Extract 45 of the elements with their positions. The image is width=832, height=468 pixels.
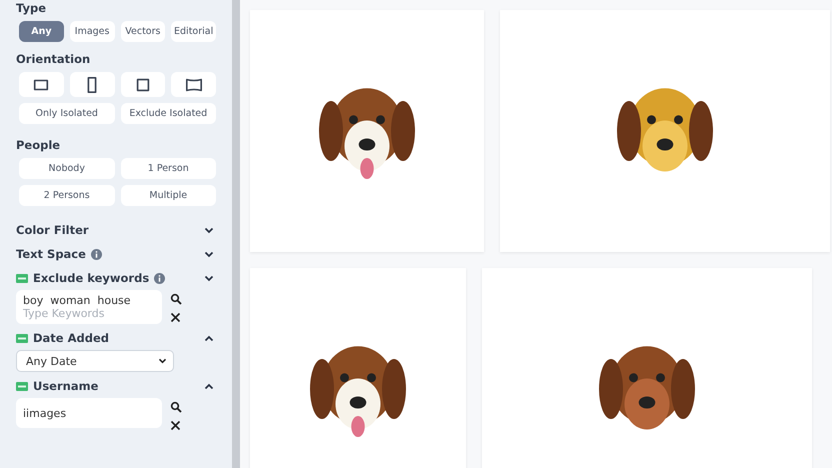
people-option[interactable]: Multiple xyxy=(120,185,216,206)
filter-title: Text Space xyxy=(16,247,86,261)
square-orientation-button[interactable] xyxy=(120,72,166,97)
people-option[interactable]: 2 Persons xyxy=(19,185,114,206)
close-icon[interactable] xyxy=(170,420,181,431)
isolation-option[interactable]: Only Isolated xyxy=(19,103,114,124)
section-heading: People xyxy=(16,137,62,154)
field-value: iimages xyxy=(23,406,68,420)
chevron-down-icon xyxy=(158,358,167,364)
search-icon[interactable] xyxy=(170,293,182,305)
username-field[interactable]: iimages xyxy=(16,398,162,428)
keyword-input[interactable]: Type Keywords xyxy=(23,307,153,320)
info-icon[interactable] xyxy=(154,272,166,284)
dog-illustration[interactable] xyxy=(250,10,484,252)
scrollbar[interactable] xyxy=(232,0,240,468)
type-option[interactable]: Any xyxy=(19,21,64,42)
info-icon[interactable] xyxy=(90,248,102,260)
dog-illustration[interactable] xyxy=(482,268,812,468)
section-heading: Orientation xyxy=(16,51,92,68)
type-option[interactable]: Images xyxy=(70,21,114,42)
field-value: boy woman house xyxy=(23,294,132,307)
section-heading: Type xyxy=(16,0,48,17)
chevron-down-icon[interactable] xyxy=(204,226,214,234)
isolation-option[interactable]: Exclude Isolated xyxy=(120,103,216,124)
chevron-up-icon[interactable] xyxy=(204,382,214,390)
chevron-down-icon[interactable] xyxy=(204,250,214,258)
chevron-up-icon[interactable] xyxy=(204,334,214,342)
filter-title: Color Filter xyxy=(16,223,89,237)
landscape-orientation-button[interactable] xyxy=(19,72,64,97)
dog-illustration[interactable] xyxy=(500,10,830,252)
people-option[interactable]: Nobody xyxy=(19,158,114,179)
filter-title: Exclude keywords xyxy=(33,271,150,285)
panorama-orientation-button[interactable] xyxy=(171,72,216,97)
type-option[interactable]: Editorial xyxy=(171,21,216,42)
search-icon[interactable] xyxy=(170,401,182,413)
close-icon[interactable] xyxy=(170,312,181,323)
type-option[interactable]: Vectors xyxy=(120,21,166,42)
dog-illustration[interactable] xyxy=(250,268,466,468)
portrait-orientation-button[interactable] xyxy=(70,72,114,97)
people-option[interactable]: 1 Person xyxy=(120,158,216,179)
filter-title: Date Added xyxy=(33,331,110,345)
filter-title: Username xyxy=(33,379,98,393)
date-select[interactable]: Any Date xyxy=(16,350,174,372)
chevron-down-icon[interactable] xyxy=(204,274,214,282)
keywords-field[interactable]: boy woman house Type Keywords xyxy=(16,290,162,324)
